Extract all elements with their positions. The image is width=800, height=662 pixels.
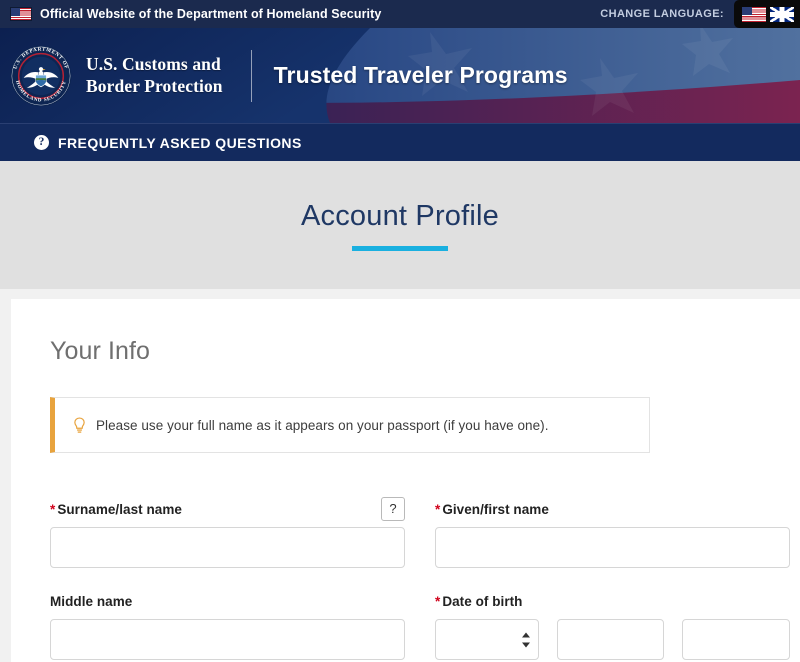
banner-divider [250, 49, 252, 102]
date-of-birth-label: * Date of birth [435, 594, 522, 609]
name-row: * Surname/last name ? * Given/first name [50, 497, 790, 568]
tip-callout: Please use your full name as it appears … [50, 397, 650, 453]
given-name-input[interactable] [435, 527, 790, 568]
page-title-band: Account Profile [0, 161, 800, 289]
dhs-bar-left-group: Official Website of the Department of Ho… [10, 7, 381, 21]
dob-year-input[interactable] [682, 619, 791, 660]
required-marker: * [50, 501, 56, 517]
middle-name-field-group: Middle name [50, 590, 405, 662]
uk-flag-icon[interactable] [770, 6, 794, 22]
dob-day-input[interactable] [556, 619, 665, 660]
question-circle-icon: ? [34, 135, 49, 150]
surname-input[interactable] [50, 527, 405, 568]
surname-field-group: * Surname/last name ? [50, 497, 405, 568]
brand-banner: U.S. DEPARTMENT OF HOMELAND SECURITY U.S… [0, 28, 800, 123]
page-body: Your Info Please use your full name as i… [0, 289, 800, 662]
cbp-wordmark: U.S. Customs and Border Protection [86, 54, 223, 97]
dob-year-group: Year (YYYY) [682, 619, 791, 662]
official-website-text: Official Website of the Department of Ho… [40, 7, 382, 21]
dhs-seal-icon: U.S. DEPARTMENT OF HOMELAND SECURITY [10, 45, 72, 106]
middle-dob-row: Middle name *Date of birth JanuaryFebrua… [50, 590, 791, 662]
tip-text: Please use your full name as it appears … [96, 417, 549, 433]
date-of-birth-field-group: *Date of birth JanuaryFebruaryMarchApril… [435, 590, 791, 662]
dob-month-group: JanuaryFebruaryMarchAprilMayJuneJulyAugu… [435, 619, 539, 662]
middle-name-label: Middle name [50, 593, 133, 609]
given-name-field-group: * Given/first name [435, 498, 790, 568]
surname-label: * Surname/last name [50, 502, 182, 517]
dob-inputs: JanuaryFebruaryMarchAprilMayJuneJulyAugu… [435, 619, 791, 662]
given-name-label-text: Given/first name [442, 501, 549, 517]
dob-day-group: Day (DD) [556, 619, 665, 662]
section-heading: Your Info [50, 337, 151, 365]
given-name-label: * Given/first name [435, 502, 549, 517]
agency-name-line1: U.S. Customs and [86, 54, 221, 75]
language-switcher[interactable]: CHANGE LANGUAGE: [600, 0, 800, 28]
middle-name-label-line: Middle name [50, 590, 405, 612]
middle-name-input[interactable] [50, 619, 405, 660]
dhs-official-bar: Official Website of the Department of Ho… [0, 0, 800, 28]
surname-label-line: * Surname/last name ? [50, 497, 405, 521]
required-marker: * [435, 593, 441, 609]
language-flag-group[interactable] [734, 0, 800, 28]
form-container: Your Info Please use your full name as i… [11, 337, 800, 662]
surname-help-button[interactable]: ? [381, 497, 405, 521]
banner-content: U.S. DEPARTMENT OF HOMELAND SECURITY U.S… [0, 28, 800, 123]
dob-month-select-wrap[interactable]: JanuaryFebruaryMarchAprilMayJuneJulyAugu… [435, 619, 539, 660]
dob-month-select[interactable]: JanuaryFebruaryMarchAprilMayJuneJulyAugu… [435, 619, 539, 660]
content-card: Your Info Please use your full name as i… [11, 299, 800, 662]
dob-label-line: * Date of birth [435, 590, 790, 612]
agency-name-line2: Border Protection [86, 75, 223, 96]
given-name-label-line: * Given/first name [435, 498, 790, 520]
lightbulb-icon [74, 416, 85, 433]
program-title: Trusted Traveler Programs [273, 62, 568, 88]
us-flag-icon [10, 7, 32, 21]
page-title: Account Profile [300, 199, 500, 232]
required-marker: * [435, 501, 441, 517]
faq-link[interactable]: FREQUENTLY ASKED QUESTIONS [58, 135, 302, 151]
us-flag-icon[interactable] [742, 6, 766, 22]
change-language-label: CHANGE LANGUAGE: [600, 8, 724, 20]
date-of-birth-label-text: Date of birth [442, 593, 523, 609]
surname-label-text: Surname/last name [57, 501, 182, 517]
faq-nav-bar: ? FREQUENTLY ASKED QUESTIONS [0, 123, 800, 161]
title-accent-underline [352, 245, 448, 251]
